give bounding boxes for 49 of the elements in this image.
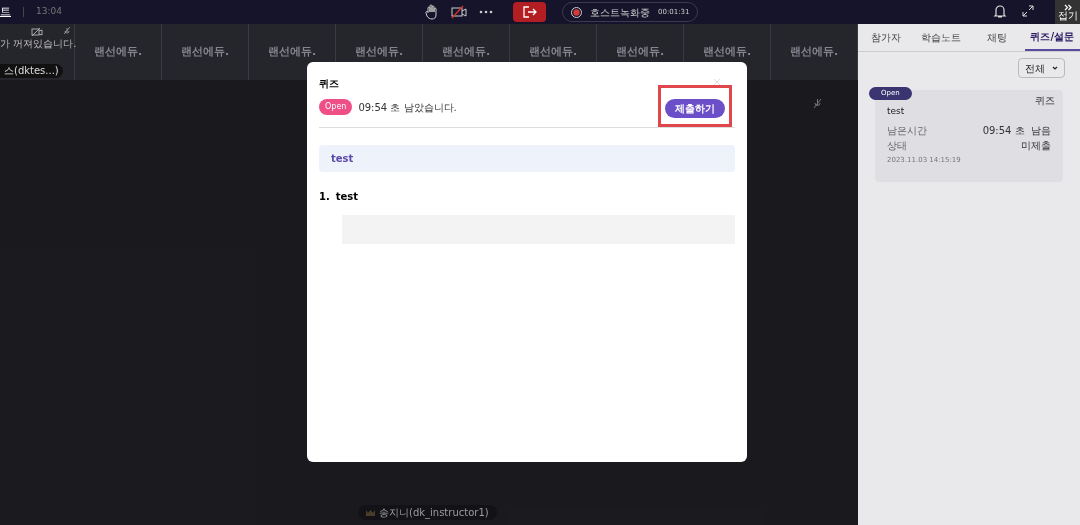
close-icon[interactable] (713, 78, 721, 86)
logo-placeholder-text: 랜선에듀. (441, 43, 491, 60)
camera-off-icon[interactable] (451, 5, 467, 19)
logo-placeholder-text: 랜선에듀. (789, 43, 839, 60)
leave-button[interactable] (513, 2, 546, 22)
speaker-name-tag: 송지니(dk_instructor1) (358, 505, 497, 520)
logo-placeholder-text: 랜선에듀. (528, 43, 578, 60)
logo-placeholder-text: 랜선에듀. (93, 43, 143, 60)
question-number: 1. (319, 190, 330, 204)
chevron-down-icon (1052, 66, 1058, 70)
quiz-card-title: test (887, 105, 906, 118)
more-icon[interactable] (479, 10, 493, 14)
mic-off-icon (64, 27, 70, 35)
remaining-value: 09:54 초 남음 (982, 123, 1051, 138)
modal-title: 퀴즈 (319, 77, 339, 91)
notification-bell-icon[interactable] (993, 3, 1007, 19)
double-chevron-icon (1063, 3, 1072, 11)
mic-off-icon (813, 98, 822, 109)
submit-button[interactable]: 제출하기 (665, 99, 725, 118)
clock-text: 13:04 (36, 5, 62, 19)
camera-off-icon (31, 27, 43, 37)
status-badge: Open (319, 99, 353, 115)
crown-icon (366, 509, 375, 516)
exit-icon (522, 6, 537, 18)
question-text: test (335, 190, 359, 204)
logo-placeholder-text: 랜선에듀. (702, 43, 752, 60)
remaining-time-text: 09:54 초 남았습니다. (358, 100, 457, 115)
quiz-type-label: 퀴즈 (1035, 94, 1055, 108)
filter-dropdown[interactable]: 전체 (1018, 58, 1065, 78)
room-title: 트 (0, 3, 11, 20)
panel-tab[interactable]: 참가자 (858, 24, 914, 51)
logo-placeholder-text: 랜선에듀. (180, 43, 230, 60)
panel-tab[interactable]: 채팅 (969, 24, 1025, 51)
panel-tab[interactable]: 퀴즈/설문 (1024, 24, 1080, 51)
state-label: 상태 (887, 138, 907, 153)
fullscreen-icon[interactable] (1022, 5, 1034, 17)
logo-placeholder-text: 랜선에듀. (267, 43, 317, 60)
record-icon (571, 6, 582, 18)
participant-name: 스(dktes...) (0, 64, 63, 78)
collapse-button[interactable]: 접기 (1055, 0, 1080, 24)
state-value: 미제출 (1021, 138, 1051, 153)
camera-off-message: 가 꺼져있습니다. (0, 39, 77, 49)
logo-placeholder-text: 랜선에듀. (615, 43, 665, 60)
panel-tab[interactable]: 학습노트 (913, 24, 969, 51)
recording-label: 호스트녹화중 (590, 5, 650, 20)
logo-placeholder-text: 랜선에듀. (354, 43, 404, 60)
quiz-title-banner: test (319, 145, 735, 172)
raise-hand-icon[interactable] (425, 4, 439, 20)
remaining-label: 남은시간 (887, 123, 927, 138)
